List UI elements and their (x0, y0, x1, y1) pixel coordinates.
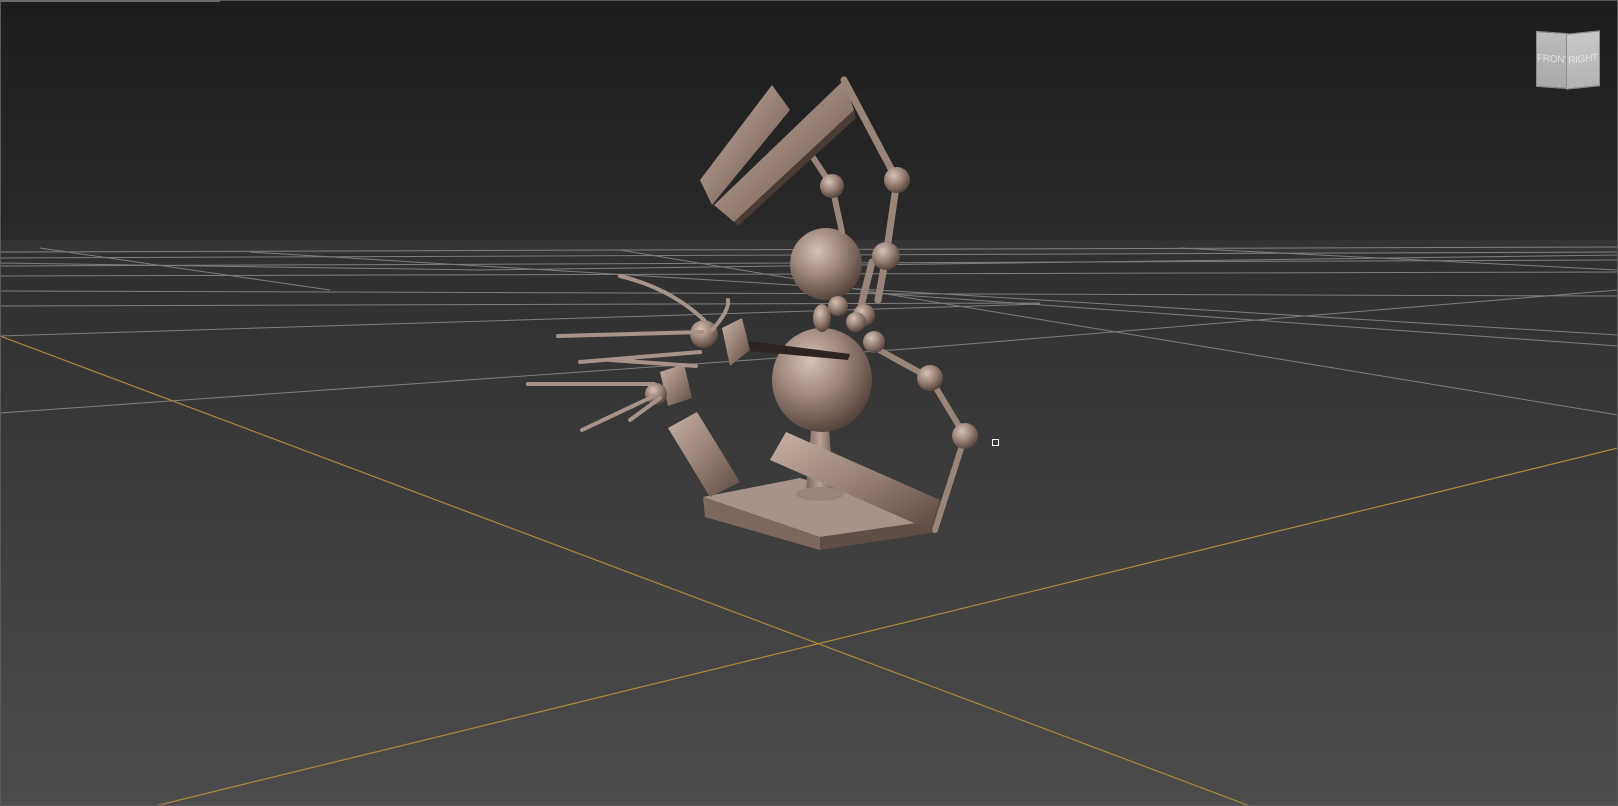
model-joint-neck-1 (828, 296, 848, 316)
viewcube-front-face[interactable]: FRONT (1536, 30, 1570, 90)
model-joint-shoulder-r (872, 242, 900, 270)
model-joint-elbow-l (820, 174, 844, 198)
model-joint-r-2 (952, 423, 978, 449)
model-joint-neck-2 (846, 312, 866, 332)
model-torso (772, 328, 872, 432)
mouse-cursor (992, 439, 999, 446)
model-joint-r-0 (863, 331, 885, 353)
model-joint-elbow-r (884, 167, 910, 193)
model-head (790, 228, 862, 300)
perspective-viewport[interactable]: FRONT RIGHT (0, 0, 1618, 806)
viewport-scene[interactable] (0, 0, 1618, 806)
model-joint-r-1 (917, 365, 943, 391)
viewcube-right-face[interactable]: RIGHT (1566, 30, 1600, 90)
viewcube[interactable]: FRONT RIGHT (1530, 28, 1602, 92)
